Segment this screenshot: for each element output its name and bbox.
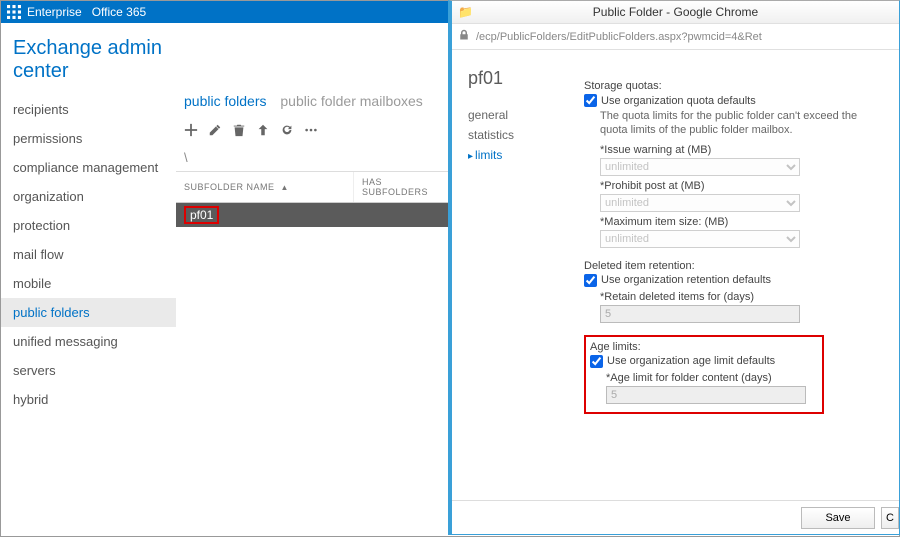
lock-icon (458, 29, 470, 44)
popup-body: pf01 general statistics ▸limits Storage qu… (452, 50, 899, 534)
address-bar (452, 24, 899, 50)
retain-days-input[interactable] (600, 305, 800, 323)
chevron-right-icon: ▸ (468, 151, 473, 162)
ellipsis-icon[interactable] (304, 123, 318, 140)
trash-icon[interactable] (232, 123, 246, 140)
edit-popup-window: 📁 Public Folder - Google Chrome pf01 gen… (448, 0, 900, 535)
feature-nav: recipientspermissionscompliance manageme… (1, 95, 176, 414)
row-has-cell (353, 203, 448, 227)
use-age-defaults-label: Use organization age limit defaults (607, 355, 775, 367)
issue-warning-label: *Issue warning at (MB) (600, 144, 879, 156)
use-quota-defaults-checkbox[interactable] (584, 94, 597, 107)
eac-title: Exchange admin center (1, 23, 176, 95)
popup-footer: Save C (452, 500, 899, 534)
use-retention-defaults-checkbox[interactable] (584, 274, 597, 287)
plus-icon[interactable] (184, 123, 198, 140)
edit-nav-general-label: general (468, 108, 508, 122)
age-limit-input[interactable] (606, 386, 806, 404)
feature-nav-item-mail-flow[interactable]: mail flow (1, 240, 176, 269)
table-row[interactable]: pf01 (176, 203, 448, 227)
refresh-icon[interactable] (280, 123, 294, 140)
feature-nav-item-public-folders[interactable]: public folders (1, 298, 176, 327)
use-age-defaults-checkbox[interactable] (590, 355, 603, 368)
col-has-subfolders[interactable]: HAS SUBFOLDERS (353, 172, 448, 202)
feature-nav-item-compliance-management[interactable]: compliance management (1, 153, 176, 182)
row-pf01-highlight: pf01 (184, 206, 219, 224)
col-subfolder-name[interactable]: SUBFOLDER NAME ▲ (176, 172, 353, 202)
tab-pf-mailboxes[interactable]: public folder mailboxes (280, 93, 422, 109)
grid-header: SUBFOLDER NAME ▲ HAS SUBFOLDERS (176, 171, 448, 203)
save-button[interactable]: Save (801, 507, 875, 529)
url-field[interactable] (476, 31, 893, 43)
feature-nav-item-hybrid[interactable]: hybrid (1, 385, 176, 414)
cancel-button[interactable]: C (881, 507, 899, 529)
feature-nav-item-recipients[interactable]: recipients (1, 95, 176, 124)
edit-nav-limits[interactable]: ▸limits (468, 145, 568, 165)
feature-nav-item-unified-messaging[interactable]: unified messaging (1, 327, 176, 356)
edit-nav-general[interactable]: general (468, 105, 568, 125)
retain-days-label: *Retain deleted items for (days) (600, 291, 879, 303)
max-item-select[interactable]: unlimited (600, 230, 800, 248)
left-column: Exchange admin center recipientspermissi… (1, 23, 176, 536)
col-has-subfolders-label: HAS SUBFOLDERS (362, 177, 428, 197)
col-subfolder-name-label: SUBFOLDER NAME (184, 182, 275, 192)
age-limit-label: *Age limit for folder content (days) (606, 372, 818, 384)
edit-left-pane: pf01 general statistics ▸limits (452, 50, 584, 534)
sort-asc-icon: ▲ (281, 183, 289, 192)
chrome-window-icon: 📁 (458, 5, 473, 19)
edit-right-pane: Storage quotas: Use organization quota d… (584, 50, 899, 534)
storage-quotas-section: Storage quotas: Use organization quota d… (584, 80, 889, 248)
use-retention-defaults-label: Use organization retention defaults (601, 274, 771, 286)
feature-nav-item-organization[interactable]: organization (1, 182, 176, 211)
age-limits-highlight: Age limits: Use organization age limit d… (584, 335, 824, 414)
feature-nav-item-protection[interactable]: protection (1, 211, 176, 240)
feature-nav-item-mobile[interactable]: mobile (1, 269, 176, 298)
age-limits-title: Age limits: (590, 341, 818, 353)
age-limits-section: Age limits: Use organization age limit d… (584, 335, 889, 414)
retention-title: Deleted item retention: (584, 260, 879, 272)
edit-nav-limits-label: limits (475, 148, 502, 162)
quota-hint: The quota limits for the public folder c… (600, 109, 879, 138)
topbar-enterprise[interactable]: Enterprise (27, 5, 82, 19)
topbar-office365[interactable]: Office 365 (92, 5, 146, 19)
edit-nav-statistics-label: statistics (468, 128, 514, 142)
issue-warning-select[interactable]: unlimited (600, 158, 800, 176)
feature-nav-item-servers[interactable]: servers (1, 356, 176, 385)
prohibit-post-select[interactable]: unlimited (600, 194, 800, 212)
app-launcher-icon[interactable] (7, 5, 21, 19)
popup-titlebar: 📁 Public Folder - Google Chrome (452, 1, 899, 24)
center-column: public folders public folder mailboxes \… (176, 23, 448, 536)
prohibit-post-label: *Prohibit post at (MB) (600, 180, 879, 192)
popup-title-text: Public Folder - Google Chrome (593, 5, 758, 19)
toolbar (176, 119, 448, 148)
pencil-icon[interactable] (208, 123, 222, 140)
max-item-label: *Maximum item size: (MB) (600, 216, 879, 228)
use-quota-defaults-label: Use organization quota defaults (601, 95, 756, 107)
row-name-cell: pf01 (176, 203, 353, 227)
tab-public-folders[interactable]: public folders (184, 93, 267, 109)
folder-breadcrumb: \ (176, 148, 448, 171)
arrow-up-icon[interactable] (256, 123, 270, 140)
edit-object-title: pf01 (468, 68, 568, 89)
feature-nav-item-permissions[interactable]: permissions (1, 124, 176, 153)
edit-nav-statistics[interactable]: statistics (468, 125, 568, 145)
tab-links: public folders public folder mailboxes (176, 93, 448, 119)
storage-quotas-title: Storage quotas: (584, 80, 879, 92)
retention-section: Deleted item retention: Use organization… (584, 260, 889, 323)
